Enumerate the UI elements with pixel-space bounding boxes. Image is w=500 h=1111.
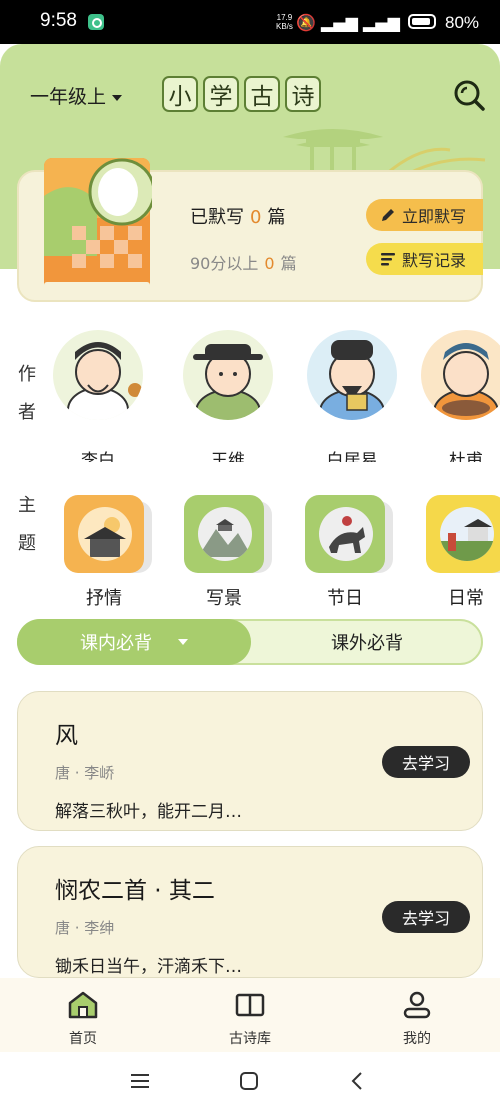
- status-bar: 9:58 17.9 KB/s 🔕 ▂▄▆ ▂▄▆ 80%: [0, 0, 500, 44]
- authors-section-label: 作者: [18, 364, 36, 423]
- app-title: 小 学 古 诗: [162, 76, 321, 112]
- theme-name: 写景: [206, 588, 242, 609]
- nav-home[interactable]: 首页: [38, 990, 128, 1048]
- home-square-icon[interactable]: [239, 1071, 259, 1091]
- theme-name: 节日: [327, 588, 363, 609]
- author-name: 白居易: [326, 451, 378, 462]
- signal-wifi-icons: 🔕 ▂▄▆ ▂▄▆: [296, 13, 400, 32]
- title-char: 小: [162, 76, 198, 112]
- search-icon[interactable]: [452, 78, 486, 112]
- battery-percent: 80%: [445, 13, 480, 32]
- grade-selector[interactable]: 一年级上: [30, 82, 123, 109]
- app-notification-icon: [88, 14, 104, 30]
- poem-title: 风: [55, 723, 78, 749]
- theme-tile: [184, 495, 272, 573]
- pencil-icon: [382, 209, 394, 221]
- poem-first-line: 解落三秋叶，能开二月…: [55, 802, 242, 822]
- poem-first-line: 锄禾日当午，汗滴禾下…: [55, 957, 242, 977]
- themes-section-label: 主题: [18, 495, 36, 554]
- bai-juyi-avatar: [307, 330, 397, 435]
- nav-home-label: 首页: [69, 1031, 97, 1047]
- tab-out-class-label: 课外必背: [331, 633, 403, 654]
- author-card-du-fu[interactable]: 杜甫: [418, 330, 500, 462]
- dictated-unit: 篇: [267, 207, 286, 228]
- home-icon: [68, 991, 98, 1019]
- dictated-number: 0: [250, 207, 262, 228]
- theme-tile: [305, 495, 393, 573]
- tab-in-class-label: 课内必背: [80, 633, 152, 654]
- author-name: 王维: [211, 451, 245, 462]
- theme-tile: [426, 495, 500, 573]
- theme-name: 抒情: [86, 588, 122, 609]
- house-icon: [78, 507, 132, 561]
- poem-category-tabs: 课内必背 课外必背: [17, 619, 483, 665]
- study-button[interactable]: 去学习: [382, 746, 470, 778]
- user-icon: [403, 991, 431, 1019]
- dictated-prefix: 已默写: [190, 207, 244, 228]
- theme-tile: [64, 495, 152, 573]
- author-name: 李白: [81, 451, 115, 462]
- dictation-record-label: 默写记录: [402, 251, 467, 270]
- start-dictation-label: 立即默写: [402, 207, 467, 226]
- author-card-li-bai[interactable]: 李白: [50, 330, 146, 462]
- wang-wei-avatar: [183, 330, 273, 435]
- mountain-pavilion-icon: [198, 507, 252, 561]
- pavilion-illustration: [283, 129, 383, 173]
- title-char: 诗: [285, 76, 321, 112]
- high-score-number: 0: [264, 254, 275, 273]
- nav-mine-label: 我的: [403, 1031, 431, 1047]
- poem-dynasty-author: 唐 · 李峤: [55, 764, 115, 782]
- theme-festival[interactable]: 节日: [302, 495, 393, 610]
- high-score-unit: 篇: [280, 254, 297, 273]
- title-char: 古: [244, 76, 280, 112]
- poem-card[interactable]: 风 唐 · 李峤 解落三秋叶，能开二月… 去学习: [17, 691, 483, 831]
- author-card-wang-wei[interactable]: 王维: [180, 330, 276, 462]
- theme-name: 日常: [448, 588, 484, 609]
- li-bai-avatar: [53, 330, 143, 433]
- poem-card[interactable]: 悯农二首 · 其二 唐 · 李绅 锄禾日当午，汗滴禾下… 去学习: [17, 846, 483, 978]
- nav-poem-library[interactable]: 古诗库: [205, 990, 295, 1048]
- tab-out-class[interactable]: 课外必背: [251, 621, 483, 663]
- village-scene-icon: [440, 507, 494, 561]
- back-icon[interactable]: [349, 1071, 365, 1091]
- dictated-count: 已默写 0 篇: [190, 203, 285, 229]
- book-illustration: [44, 158, 152, 292]
- dictation-record-button[interactable]: 默写记录: [366, 243, 483, 275]
- poem-dynasty-author: 唐 · 李绅: [55, 919, 115, 937]
- start-dictation-button[interactable]: 立即默写: [366, 199, 483, 231]
- menu-icon[interactable]: [130, 1072, 150, 1090]
- author-card-bai-juyi[interactable]: 白居易: [304, 330, 400, 462]
- high-score-prefix: 90分以上: [190, 254, 259, 273]
- caret-down-icon: [178, 639, 188, 645]
- theme-daily[interactable]: 日常: [423, 495, 500, 610]
- network-speed-value: 17.9: [276, 13, 293, 22]
- nav-poem-library-label: 古诗库: [229, 1031, 271, 1047]
- author-name: 杜甫: [449, 451, 483, 462]
- list-icon: [381, 253, 395, 266]
- horse-rider-icon: [319, 507, 373, 561]
- high-score-count: 90分以上 0 篇: [190, 250, 297, 274]
- system-navigation-bar: [0, 1052, 500, 1111]
- poem-title: 悯农二首 · 其二: [55, 878, 215, 904]
- title-char: 学: [203, 76, 239, 112]
- nav-mine[interactable]: 我的: [372, 990, 462, 1048]
- network-speed: 17.9 KB/s: [276, 13, 293, 31]
- du-fu-avatar: [421, 330, 500, 435]
- book-icon: [235, 993, 265, 1017]
- theme-lyrical[interactable]: 抒情: [61, 495, 152, 610]
- theme-scenery[interactable]: 写景: [181, 495, 272, 610]
- bottom-navigation: 首页 古诗库 我的: [0, 978, 500, 1052]
- caret-down-icon: [112, 94, 123, 101]
- status-time: 9:58: [40, 10, 77, 31]
- grade-label: 一年级上: [30, 86, 107, 108]
- tab-in-class[interactable]: 课内必背: [17, 619, 251, 665]
- network-speed-unit: KB/s: [276, 22, 293, 31]
- battery-icon: [408, 14, 436, 29]
- study-button[interactable]: 去学习: [382, 901, 470, 933]
